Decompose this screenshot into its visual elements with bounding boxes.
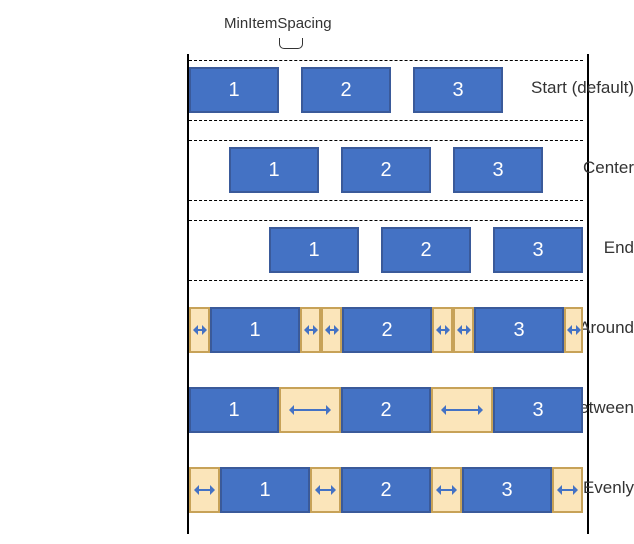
row-divider: [189, 200, 583, 201]
gap-box: [321, 307, 342, 353]
item-box: 3: [453, 147, 543, 193]
gap-box: [189, 467, 220, 513]
item-number: 3: [501, 479, 512, 502]
min-item-spacing-brace: [279, 38, 303, 49]
gap-box: [189, 307, 210, 353]
row-space-between: 1 2 3: [189, 380, 583, 440]
arrow-icon: [568, 329, 580, 331]
item-box: 1: [189, 67, 279, 113]
item-box: 1: [220, 467, 310, 513]
item-number: 2: [380, 479, 391, 502]
arrow-icon: [316, 489, 335, 491]
justification-diagram: MinItemSpacing Start (default) 1 2 3 Cen…: [0, 0, 634, 544]
row-space-evenly: 1 2 3: [189, 460, 583, 520]
item-number: 2: [420, 239, 431, 262]
item-number: 1: [268, 159, 279, 182]
item-box: 2: [301, 67, 391, 113]
row-start: 1 2 3: [189, 60, 583, 120]
row-divider: [189, 280, 583, 281]
gap-box: [453, 307, 474, 353]
item-number: 3: [532, 399, 543, 422]
item-box: 2: [341, 467, 431, 513]
arrow-icon: [437, 489, 456, 491]
gap-box: [552, 467, 583, 513]
item-number: 1: [249, 319, 260, 342]
gap-box: [300, 307, 321, 353]
item-box: 3: [462, 467, 552, 513]
arrow-icon: [305, 329, 317, 331]
item-number: 2: [340, 79, 351, 102]
gap-box: [564, 307, 583, 353]
arrow-icon: [326, 329, 338, 331]
row-space-around: 1 2 3: [189, 300, 583, 360]
row-divider: [189, 120, 583, 121]
item-number: 3: [513, 319, 524, 342]
item-box: 2: [341, 387, 431, 433]
item-box: 2: [381, 227, 471, 273]
arrow-icon: [194, 329, 206, 331]
gap-box: [431, 467, 462, 513]
row-center: 1 2 3: [189, 140, 583, 200]
arrow-icon: [458, 329, 470, 331]
item-number: 3: [532, 239, 543, 262]
item-number: 2: [380, 159, 391, 182]
item-number: 1: [259, 479, 270, 502]
gap-box: [432, 307, 453, 353]
item-number: 2: [380, 399, 391, 422]
item-number: 1: [228, 399, 239, 422]
item-box: 2: [341, 147, 431, 193]
arrow-icon: [437, 329, 449, 331]
item-box: 3: [413, 67, 503, 113]
item-box: 3: [474, 307, 564, 353]
arrow-icon: [290, 409, 331, 411]
item-box: 1: [189, 387, 279, 433]
item-number: 3: [452, 79, 463, 102]
gap-box: [279, 387, 341, 433]
arrow-icon: [195, 489, 214, 491]
item-number: 1: [228, 79, 239, 102]
item-box: 3: [493, 227, 583, 273]
item-box: 2: [342, 307, 432, 353]
row-end: 1 2 3: [189, 220, 583, 280]
item-number: 1: [308, 239, 319, 262]
arrow-icon: [442, 409, 483, 411]
item-box: 3: [493, 387, 583, 433]
min-item-spacing-label: MinItemSpacing: [224, 15, 332, 32]
item-number: 2: [381, 319, 392, 342]
gap-box: [431, 387, 493, 433]
item-number: 3: [492, 159, 503, 182]
gap-box: [310, 467, 341, 513]
item-box: 1: [269, 227, 359, 273]
arrow-icon: [558, 489, 577, 491]
item-box: 1: [229, 147, 319, 193]
item-box: 1: [210, 307, 300, 353]
